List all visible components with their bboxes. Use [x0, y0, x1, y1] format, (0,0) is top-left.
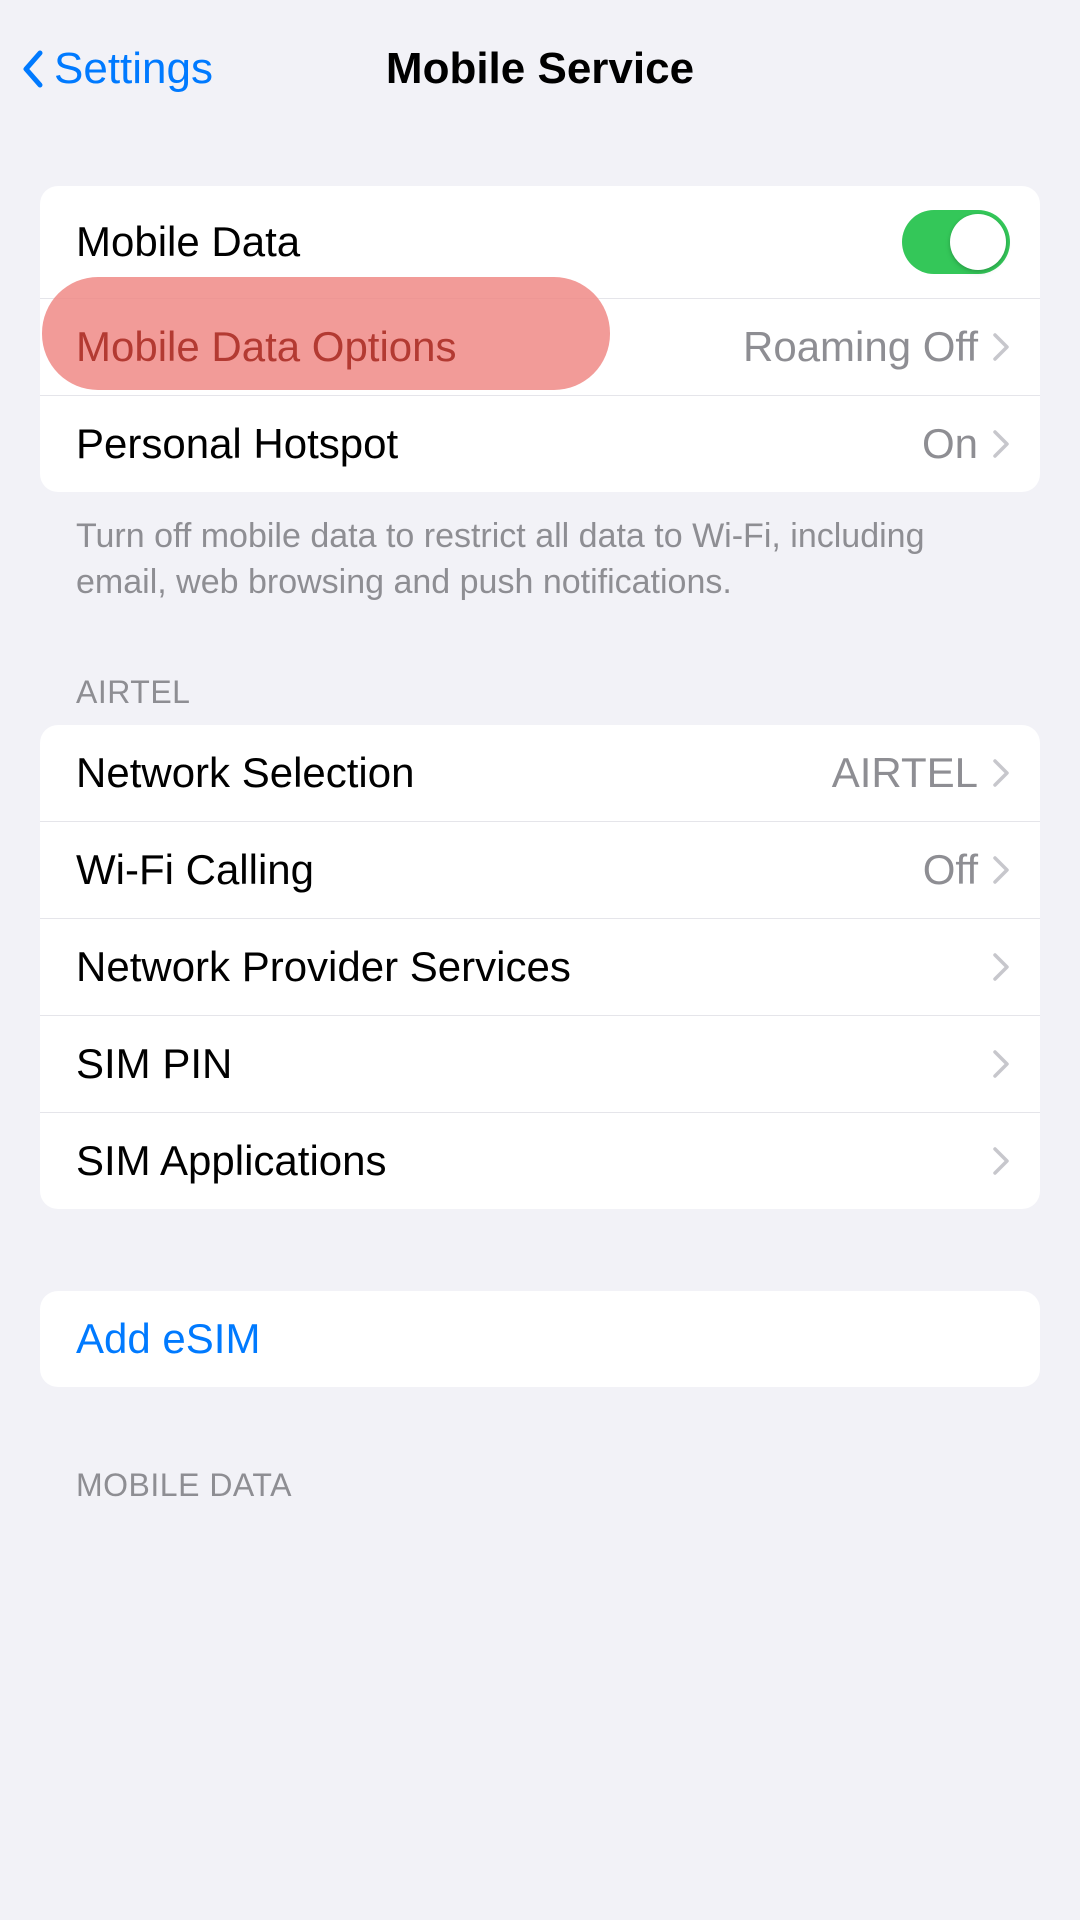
row-personal-hotspot[interactable]: Personal Hotspot On: [40, 395, 1040, 492]
row-network-provider-services[interactable]: Network Provider Services: [40, 918, 1040, 1015]
chevron-right-icon: [992, 429, 1010, 459]
row-sim-pin[interactable]: SIM PIN: [40, 1015, 1040, 1112]
mobile-data-options-label: Mobile Data Options: [76, 323, 743, 371]
row-sim-applications[interactable]: SIM Applications: [40, 1112, 1040, 1209]
mobile-data-toggle[interactable]: [902, 210, 1010, 274]
back-button[interactable]: Settings: [20, 44, 213, 94]
chevron-right-icon: [992, 1146, 1010, 1176]
personal-hotspot-value: On: [922, 420, 978, 468]
section-header-mobile-data: MOBILE DATA: [40, 1387, 1040, 1518]
content: Mobile Data Mobile Data Options Roaming …: [0, 186, 1080, 1518]
personal-hotspot-label: Personal Hotspot: [76, 420, 922, 468]
row-add-esim[interactable]: Add eSIM: [40, 1291, 1040, 1387]
group1-footer: Turn off mobile data to restrict all dat…: [40, 492, 1040, 606]
chevron-right-icon: [992, 758, 1010, 788]
back-label: Settings: [54, 44, 213, 94]
group-airtel: Network Selection AIRTEL Wi-Fi Calling O…: [40, 725, 1040, 1209]
chevron-left-icon: [20, 49, 44, 89]
chevron-right-icon: [992, 952, 1010, 982]
network-selection-label: Network Selection: [76, 749, 832, 797]
row-wifi-calling[interactable]: Wi-Fi Calling Off: [40, 821, 1040, 918]
group-esim: Add eSIM: [40, 1291, 1040, 1387]
wifi-calling-label: Wi-Fi Calling: [76, 846, 923, 894]
group-mobile-data: Mobile Data Mobile Data Options Roaming …: [40, 186, 1040, 492]
toggle-knob: [950, 214, 1006, 270]
chevron-right-icon: [992, 332, 1010, 362]
section-header-airtel: AIRTEL: [40, 606, 1040, 725]
page-title: Mobile Service: [386, 44, 694, 94]
wifi-calling-value: Off: [923, 846, 978, 894]
row-network-selection[interactable]: Network Selection AIRTEL: [40, 725, 1040, 821]
header: Settings Mobile Service: [0, 0, 1080, 122]
sim-pin-label: SIM PIN: [76, 1040, 992, 1088]
mobile-data-options-value: Roaming Off: [743, 323, 978, 371]
mobile-data-label: Mobile Data: [76, 218, 902, 266]
add-esim-label: Add eSIM: [76, 1315, 1010, 1363]
chevron-right-icon: [992, 855, 1010, 885]
chevron-right-icon: [992, 1049, 1010, 1079]
sim-applications-label: SIM Applications: [76, 1137, 992, 1185]
network-provider-services-label: Network Provider Services: [76, 943, 992, 991]
network-selection-value: AIRTEL: [832, 749, 978, 797]
